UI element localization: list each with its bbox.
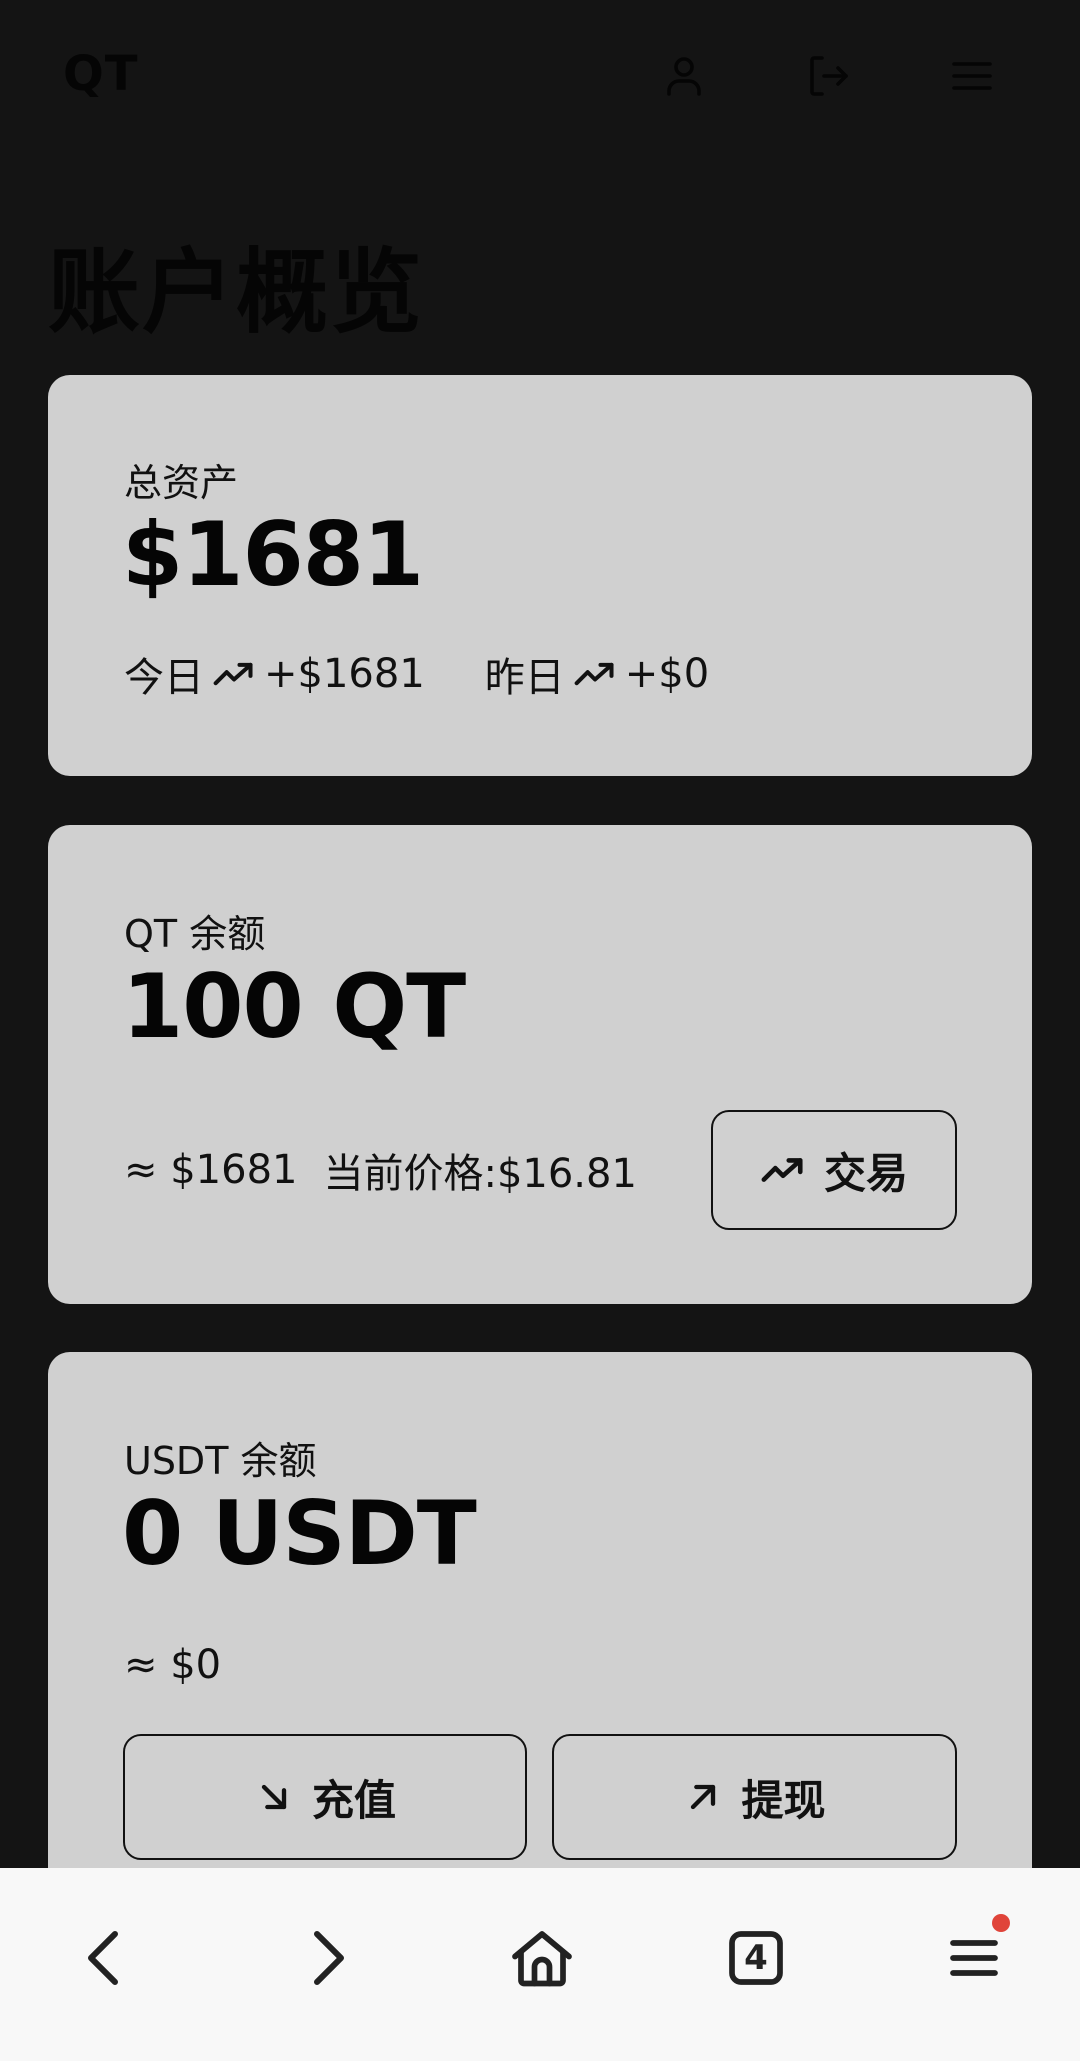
deposit-button[interactable]: 充值 xyxy=(123,1734,527,1860)
today-change-value: +$1681 xyxy=(264,651,425,697)
total-assets-label: 总资产 xyxy=(124,461,239,505)
yesterday-change-value: +$0 xyxy=(624,651,710,697)
usdt-usd-equivalent: ≈ $0 xyxy=(124,1642,222,1688)
chevron-right-icon[interactable] xyxy=(276,1908,376,2008)
daily-change-row: 今日 +$1681 昨日 +$0 xyxy=(124,645,709,703)
top-header: QT xyxy=(0,0,1080,150)
logout-icon[interactable] xyxy=(800,48,856,104)
trending-up-icon xyxy=(760,1154,806,1186)
user-icon[interactable] xyxy=(656,48,712,104)
browser-menu-button[interactable] xyxy=(924,1908,1024,2008)
qt-balance-card: QT 余额 100 QT ≈ $1681 当前价格:$16.81 交易 xyxy=(48,825,1032,1304)
deposit-button-label: 充值 xyxy=(311,1775,396,1825)
trending-up-icon xyxy=(210,654,258,694)
total-assets-value: $1681 xyxy=(122,503,424,606)
browser-bottom-bar: 4 xyxy=(0,1868,1080,2061)
hamburger-icon[interactable] xyxy=(944,48,1000,104)
trade-button-label: 交易 xyxy=(823,1148,908,1198)
qt-balance-value: 100 QT xyxy=(122,955,466,1058)
qt-price-row: ≈ $1681 当前价格:$16.81 xyxy=(124,1141,637,1199)
hamburger-icon xyxy=(950,1940,998,1976)
yesterday-label: 昨日 xyxy=(484,655,565,701)
page-title: 账户概览 xyxy=(48,239,425,346)
logo[interactable]: QT xyxy=(63,46,139,102)
total-assets-card: 总资产 $1681 今日 +$1681 昨日 +$0 xyxy=(48,375,1032,776)
qt-balance-label: QT 余额 xyxy=(124,912,266,956)
trending-up-icon xyxy=(571,654,619,694)
today-label: 今日 xyxy=(124,655,204,701)
qt-usd-equivalent: ≈ $1681 xyxy=(124,1147,298,1193)
qt-current-price: 当前价格:$16.81 xyxy=(323,1151,637,1197)
withdraw-button[interactable]: 提现 xyxy=(552,1734,957,1860)
arrow-down-right-icon xyxy=(254,1777,294,1817)
home-icon[interactable] xyxy=(492,1908,592,2008)
chevron-left-icon[interactable] xyxy=(56,1908,156,2008)
app-root: QT 账户概览 总资产 $1681 今日 +$1681 昨日 +$0 QT 余额… xyxy=(0,0,1080,2061)
notification-dot xyxy=(992,1914,1010,1932)
tabs-button[interactable]: 4 xyxy=(706,1908,806,2008)
withdraw-button-label: 提现 xyxy=(741,1775,826,1825)
usdt-balance-value: 0 USDT xyxy=(122,1482,477,1585)
tab-count: 4 xyxy=(744,1938,768,1978)
usdt-balance-card: USDT 余额 0 USDT ≈ $0 充值 提现 xyxy=(48,1352,1032,1952)
arrow-up-right-icon xyxy=(683,1777,723,1817)
usdt-balance-label: USDT 余额 xyxy=(124,1439,317,1483)
trade-button[interactable]: 交易 xyxy=(711,1110,957,1230)
